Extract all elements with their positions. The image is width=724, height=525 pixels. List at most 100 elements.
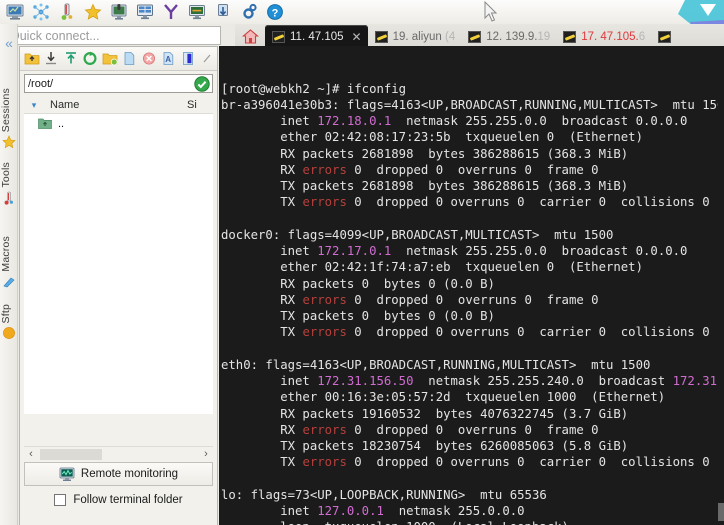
star-icon	[0, 133, 18, 151]
terminal-span: docker0: flags=4099<UP,BROADCAST,MULTICA…	[221, 227, 614, 242]
terminal-line: RX packets 0 bytes 0 (0.0 B)	[221, 276, 724, 292]
terminal-span: 0 dropped 0 overruns 0 carrier 0 collisi…	[346, 455, 710, 470]
list-item[interactable]: ..	[24, 114, 213, 133]
quick-connect-field[interactable]: Quick connect...	[3, 26, 221, 45]
sort-caret-icon[interactable]: ▾	[24, 100, 44, 111]
orange-dot-icon	[0, 324, 18, 342]
settings-icon[interactable]	[236, 1, 262, 23]
terminal-span: errors	[302, 195, 347, 210]
text-view-icon[interactable]: A	[159, 48, 179, 70]
monitor-icon	[59, 466, 75, 482]
rail-item-label: Tools	[0, 162, 12, 188]
more-icon[interactable]	[198, 48, 218, 70]
terminal-span: TX	[221, 325, 303, 340]
upload-icon[interactable]	[61, 48, 81, 70]
terminal-span: 172.31.	[672, 374, 724, 388]
multiexec-icon[interactable]	[184, 1, 210, 23]
tab-label: 19. aliyun (4	[392, 30, 456, 43]
tab-session-1[interactable]: 11. 47.105 ✕	[265, 25, 368, 48]
remote-monitoring-button[interactable]: Remote monitoring	[24, 462, 213, 486]
sftp-toolbar: A	[20, 47, 217, 71]
terminal-line: TX errors 0 dropped 0 overruns 0 carrier…	[221, 324, 724, 340]
rail-item-label: Macros	[0, 236, 12, 272]
column-header-size[interactable]: Si	[187, 99, 213, 111]
help-icon[interactable]: ?	[262, 1, 288, 23]
terminal-line: inet 127.0.0.1 netmask 255.0.0.0	[221, 503, 724, 519]
new-file-icon[interactable]	[120, 48, 140, 70]
terminal-line: inet 172.17.0.1 netmask 255.255.0.0 broa…	[221, 243, 724, 259]
terminal-span: RX	[221, 292, 303, 307]
terminal-span: 0 dropped 0 overruns 0 carrier 0 collisi…	[346, 195, 710, 210]
tunneling-icon[interactable]	[210, 1, 236, 23]
follow-terminal-folder-row[interactable]: Follow terminal folder	[24, 489, 213, 511]
terminal-span: RX	[221, 162, 303, 177]
terminal-scrollbar[interactable]	[718, 46, 724, 525]
refresh-icon[interactable]	[81, 48, 101, 70]
scrollbar-thumb[interactable]	[40, 448, 102, 460]
delete-icon[interactable]	[139, 48, 159, 70]
terminal-output[interactable]: [root@webkh2 ~]# ifconfig br-a396041e30b3…	[219, 46, 724, 525]
tab-bar: 11. 47.105 ✕ 19. aliyun (4 12. 139.9.19 …	[235, 24, 724, 48]
rail-item-label: Sftp	[0, 304, 12, 324]
tab-session-3[interactable]: 12. 139.9.19	[461, 25, 556, 48]
sessions-icon[interactable]	[106, 1, 132, 23]
split-icon[interactable]	[158, 1, 184, 23]
terminal-span: netmask 255.0.0.0	[383, 504, 525, 518]
tab-session-2[interactable]: 19. aliyun (4	[368, 25, 462, 48]
terminal-line: TX packets 18230754 bytes 6260085063 (5.…	[221, 438, 724, 454]
terminal-line: eth0: flags=4163<UP,BROADCAST,RUNNING,MU…	[221, 357, 724, 373]
file-list[interactable]: ..	[24, 114, 213, 414]
terminal-line: TX errors 0 dropped 0 overruns 0 carrier…	[221, 454, 724, 470]
terminal-span: netmask 255.255.240.0 broadcast	[413, 374, 673, 388]
folder-up-icon	[38, 117, 52, 130]
terminal-span: 172.31.156.50	[317, 374, 414, 388]
rail-item-macros[interactable]: Macros	[0, 236, 18, 291]
tab-session-5[interactable]	[651, 25, 676, 48]
terminal-span: inet	[221, 114, 318, 128]
terminal-span: inet	[221, 374, 318, 388]
rail-item-sftp[interactable]: Sftp	[0, 304, 18, 342]
new-folder-icon[interactable]	[100, 48, 120, 70]
scroll-left-icon[interactable]: ‹	[24, 448, 38, 460]
tab-label: 11. 47.105	[290, 30, 344, 43]
parent-folder-icon[interactable]	[22, 48, 42, 70]
session-icon[interactable]	[2, 1, 28, 23]
rail-item-sessions[interactable]: Sessions	[0, 88, 18, 151]
terminal-span: ether 02:42:1f:74:a7:eb txqueuelen 0 (Et…	[221, 260, 643, 275]
file-list-hscrollbar[interactable]: ‹ ›	[24, 446, 213, 461]
terminal-line: inet 172.18.0.1 netmask 255.255.0.0 broa…	[221, 113, 724, 129]
tools-icon[interactable]	[54, 1, 80, 23]
rail-item-tools[interactable]: Tools	[0, 162, 18, 207]
terminal-span: errors	[302, 455, 347, 470]
mobaxterm-window: ? 11. 47.105 ✕ 19. aliyun (4 12. 139.9.1…	[0, 0, 724, 525]
terminal-line: br-a396041e30b3: flags=4163<UP,BROADCAST…	[221, 97, 724, 113]
close-icon[interactable]: ✕	[352, 31, 362, 43]
home-tab[interactable]	[235, 24, 265, 48]
servers-icon[interactable]	[28, 1, 54, 23]
terminal-span: inet	[221, 244, 318, 258]
games-icon[interactable]	[80, 1, 106, 23]
sftp-path-bar[interactable]: /root/	[24, 74, 213, 93]
terminal-span: TX packets 2681898 bytes 386288615 (368.…	[221, 179, 629, 193]
binary-view-icon[interactable]	[178, 48, 198, 70]
terminal-key-icon	[374, 30, 388, 43]
terminal-span: errors	[302, 292, 347, 307]
scrollbar-thumb[interactable]	[718, 503, 724, 521]
terminal-span: 127.0.0.1	[317, 504, 384, 518]
tab-session-4[interactable]: 17. 47.105.6	[556, 25, 651, 48]
terminal-span: ether 02:42:08:17:23:5b txqueuelen 0 (Et…	[221, 130, 643, 145]
terminal-span: netmask 255.255.0.0 broadcast 0.0.0.0	[391, 244, 688, 258]
terminal-line: loop txqueuelen 1000 (Local Loopback)	[221, 519, 724, 525]
terminal-line: ether 00:16:3e:05:57:2d txqueuelen 1000 …	[221, 389, 724, 405]
download-icon[interactable]	[42, 48, 62, 70]
follow-terminal-label: Follow terminal folder	[73, 494, 183, 506]
collapse-panel-icon[interactable]: «	[1, 34, 17, 52]
terminal-span: [root@webkh2 ~]# ifconfig	[221, 81, 407, 96]
terminal-line: RX packets 2681898 bytes 386288615 (368.…	[221, 146, 724, 162]
scroll-right-icon[interactable]: ›	[199, 448, 213, 460]
terminal-line: lo: flags=73<UP,LOOPBACK,RUNNING> mtu 65…	[221, 487, 724, 503]
view-icon[interactable]	[132, 1, 158, 23]
follow-terminal-checkbox[interactable]	[54, 494, 67, 506]
column-header-name[interactable]: Name	[44, 99, 187, 111]
